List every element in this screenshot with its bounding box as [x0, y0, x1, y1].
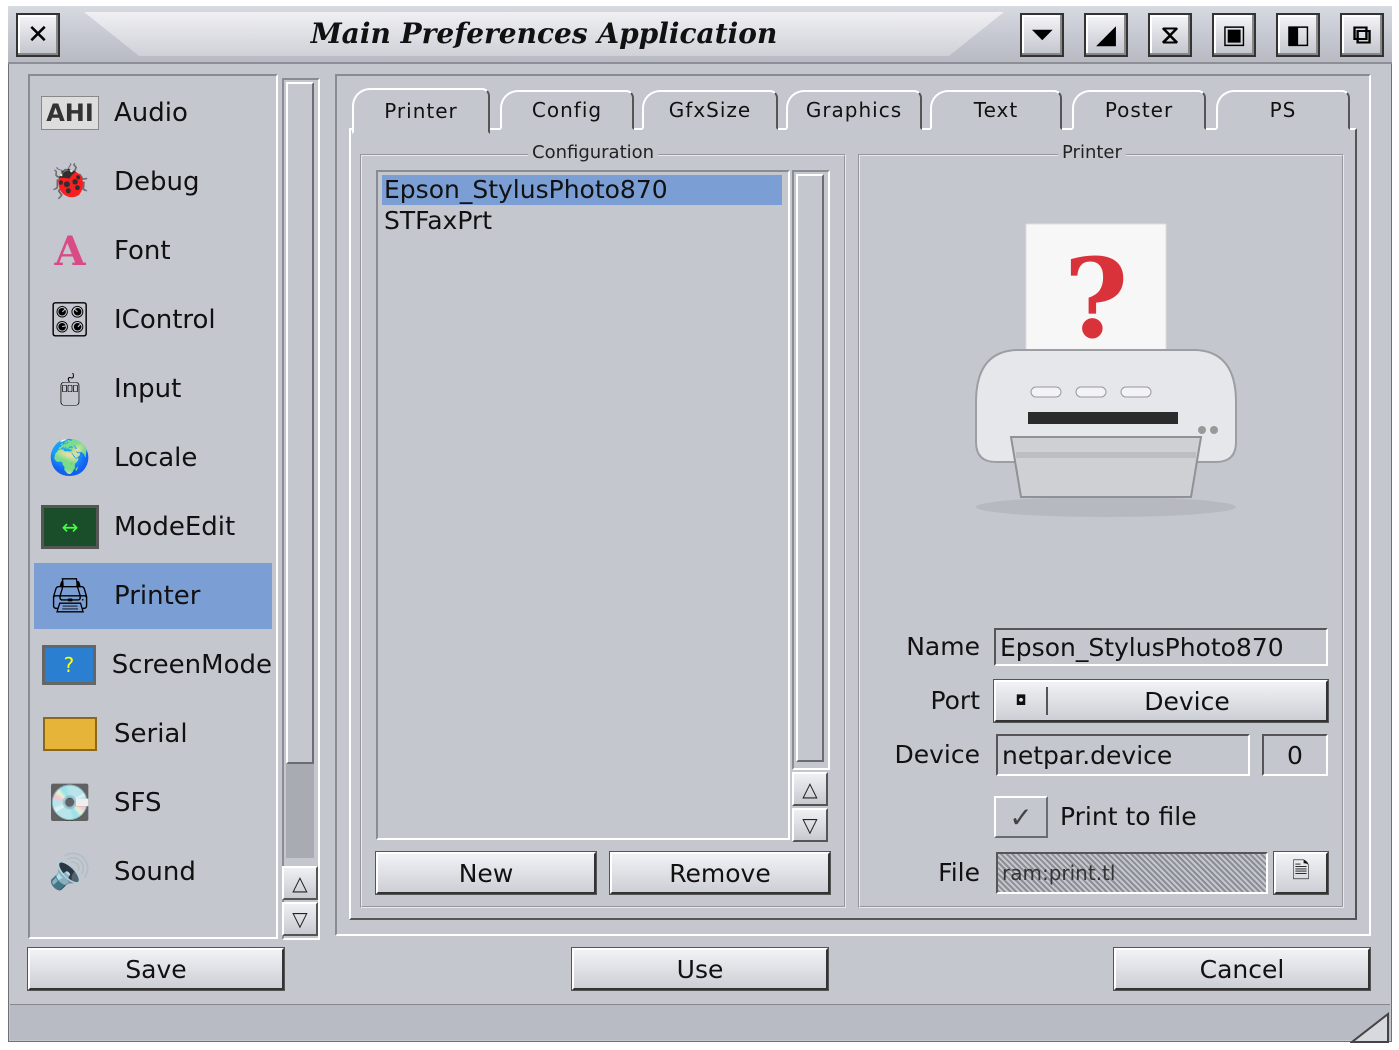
sidebar-item-label: Font: [114, 236, 171, 266]
sidebar-item-icontrol[interactable]: 🎛 IControl: [34, 287, 272, 353]
mouse-icon: 🖱: [59, 369, 81, 409]
sidebar-item-screenmode[interactable]: ? ScreenMode: [34, 632, 272, 698]
tab-poster[interactable]: Poster: [1072, 90, 1206, 130]
sidebar-scroll-thumb[interactable]: [286, 82, 314, 764]
status-bar: [10, 1004, 1390, 1040]
print-to-file-checkbox[interactable]: ✓: [994, 796, 1048, 838]
tab-ps[interactable]: PS: [1216, 90, 1350, 130]
sidebar-scroll-track: [286, 764, 314, 858]
sidebar-item-label: SFS: [114, 788, 162, 818]
sidebar-item-locale[interactable]: 🌍 Locale: [34, 425, 272, 491]
depth-icon[interactable]: ⏷: [1020, 13, 1064, 57]
sidebar-item-audio[interactable]: AHI Audio: [34, 80, 272, 146]
port-cycle[interactable]: ◘ Device: [994, 680, 1328, 722]
svg-text:?: ?: [1064, 234, 1128, 363]
monitor-icon: ↔: [38, 499, 102, 555]
globe-icon: 🌍: [48, 438, 92, 478]
file-field: ram:print.tl: [996, 852, 1268, 894]
sidebar-item-label: Input: [114, 374, 182, 404]
speaker-icon: 🔊: [48, 852, 92, 892]
sidebar-item-label: ModeEdit: [114, 512, 236, 542]
file-label: File: [938, 858, 980, 887]
cancel-button[interactable]: Cancel: [1114, 948, 1370, 990]
window-icon[interactable]: ◧: [1276, 13, 1320, 57]
sidebar-item-label: Locale: [114, 443, 198, 473]
tab-graphics[interactable]: Graphics: [786, 90, 922, 130]
list-item[interactable]: Epson_StylusPhoto870: [382, 175, 782, 205]
configuration-group-title: Configuration: [528, 142, 659, 163]
sidebar-item-modeedit[interactable]: ↔ ModeEdit: [34, 494, 272, 560]
use-button[interactable]: Use: [572, 948, 828, 990]
sidebar-item-font[interactable]: A Font: [34, 218, 272, 284]
sidebar-item-serial[interactable]: Serial: [34, 701, 272, 767]
list-item[interactable]: STFaxPrt: [382, 206, 782, 236]
window-title: Main Preferences Application: [310, 17, 778, 50]
scroll-down-icon[interactable]: ▽: [792, 808, 828, 842]
printer-unknown-icon: ?: [956, 222, 1256, 522]
sidebar-item-sfs[interactable]: 💽 SFS: [34, 770, 272, 836]
port-label: Port: [930, 686, 980, 715]
sidebar-item-label: Sound: [114, 857, 196, 887]
screen-icon: ?: [38, 637, 100, 693]
save-button[interactable]: Save: [28, 948, 284, 990]
remove-button[interactable]: Remove: [610, 852, 830, 894]
sidebar-item-label: ScreenMode: [111, 650, 272, 680]
port-value: Device: [1144, 686, 1230, 716]
printer-group-title: Printer: [1058, 142, 1126, 163]
sidebar-item-label: Debug: [114, 167, 200, 197]
new-button[interactable]: New: [376, 852, 596, 894]
file-requester-icon[interactable]: 🗎: [1274, 852, 1328, 894]
bug-icon: 🐞: [48, 162, 92, 202]
scroll-down-icon[interactable]: ▽: [282, 902, 318, 936]
device-field[interactable]: netpar.device: [996, 734, 1250, 776]
sidebar-item-label: Audio: [114, 98, 188, 128]
icontrol-icon: 🎛: [48, 300, 92, 340]
sidebar-item-sound[interactable]: 🔊 Sound: [34, 839, 272, 905]
jump-icon[interactable]: ⧖: [1148, 13, 1192, 57]
tab-text[interactable]: Text: [930, 90, 1062, 130]
configuration-list[interactable]: [376, 170, 790, 840]
sidebar-item-label: Printer: [114, 581, 201, 611]
snapshot-icon[interactable]: ⧉: [1340, 13, 1384, 57]
sidebar-item-debug[interactable]: 🐞 Debug: [34, 149, 272, 215]
scroll-up-icon[interactable]: △: [282, 866, 318, 900]
unit-field[interactable]: 0: [1262, 734, 1328, 776]
tab-gfxsize[interactable]: GfxSize: [642, 90, 778, 130]
resize-icon[interactable]: [1349, 1011, 1390, 1044]
ahi-icon: AHI: [38, 85, 102, 141]
scroll-up-icon[interactable]: △: [792, 772, 828, 806]
cycle-icon: ◘: [996, 687, 1048, 715]
configuration-scroll-thumb[interactable]: [796, 174, 824, 762]
printer-icon: 🖨: [48, 576, 92, 616]
name-field[interactable]: Epson_StylusPhoto870: [994, 628, 1328, 666]
tab-printer[interactable]: Printer: [352, 88, 490, 134]
font-icon: A: [54, 227, 86, 275]
sidebar-item-label: IControl: [114, 305, 216, 335]
serial-icon: [38, 706, 102, 762]
zoom-icon[interactable]: ▣: [1212, 13, 1256, 57]
device-label: Device: [894, 740, 981, 769]
sidebar-item-printer[interactable]: 🖨 Printer: [34, 563, 272, 629]
name-label: Name: [906, 632, 980, 661]
close-icon[interactable]: ✕: [16, 13, 60, 57]
print-to-file-label: Print to file: [1060, 802, 1197, 831]
disk-icon: 💽: [48, 783, 92, 823]
sidebar-item-input[interactable]: 🖱 Input: [34, 356, 272, 422]
iconify-icon[interactable]: ◢: [1084, 13, 1128, 57]
tab-config[interactable]: Config: [500, 90, 634, 130]
sidebar-item-label: Serial: [114, 719, 188, 749]
